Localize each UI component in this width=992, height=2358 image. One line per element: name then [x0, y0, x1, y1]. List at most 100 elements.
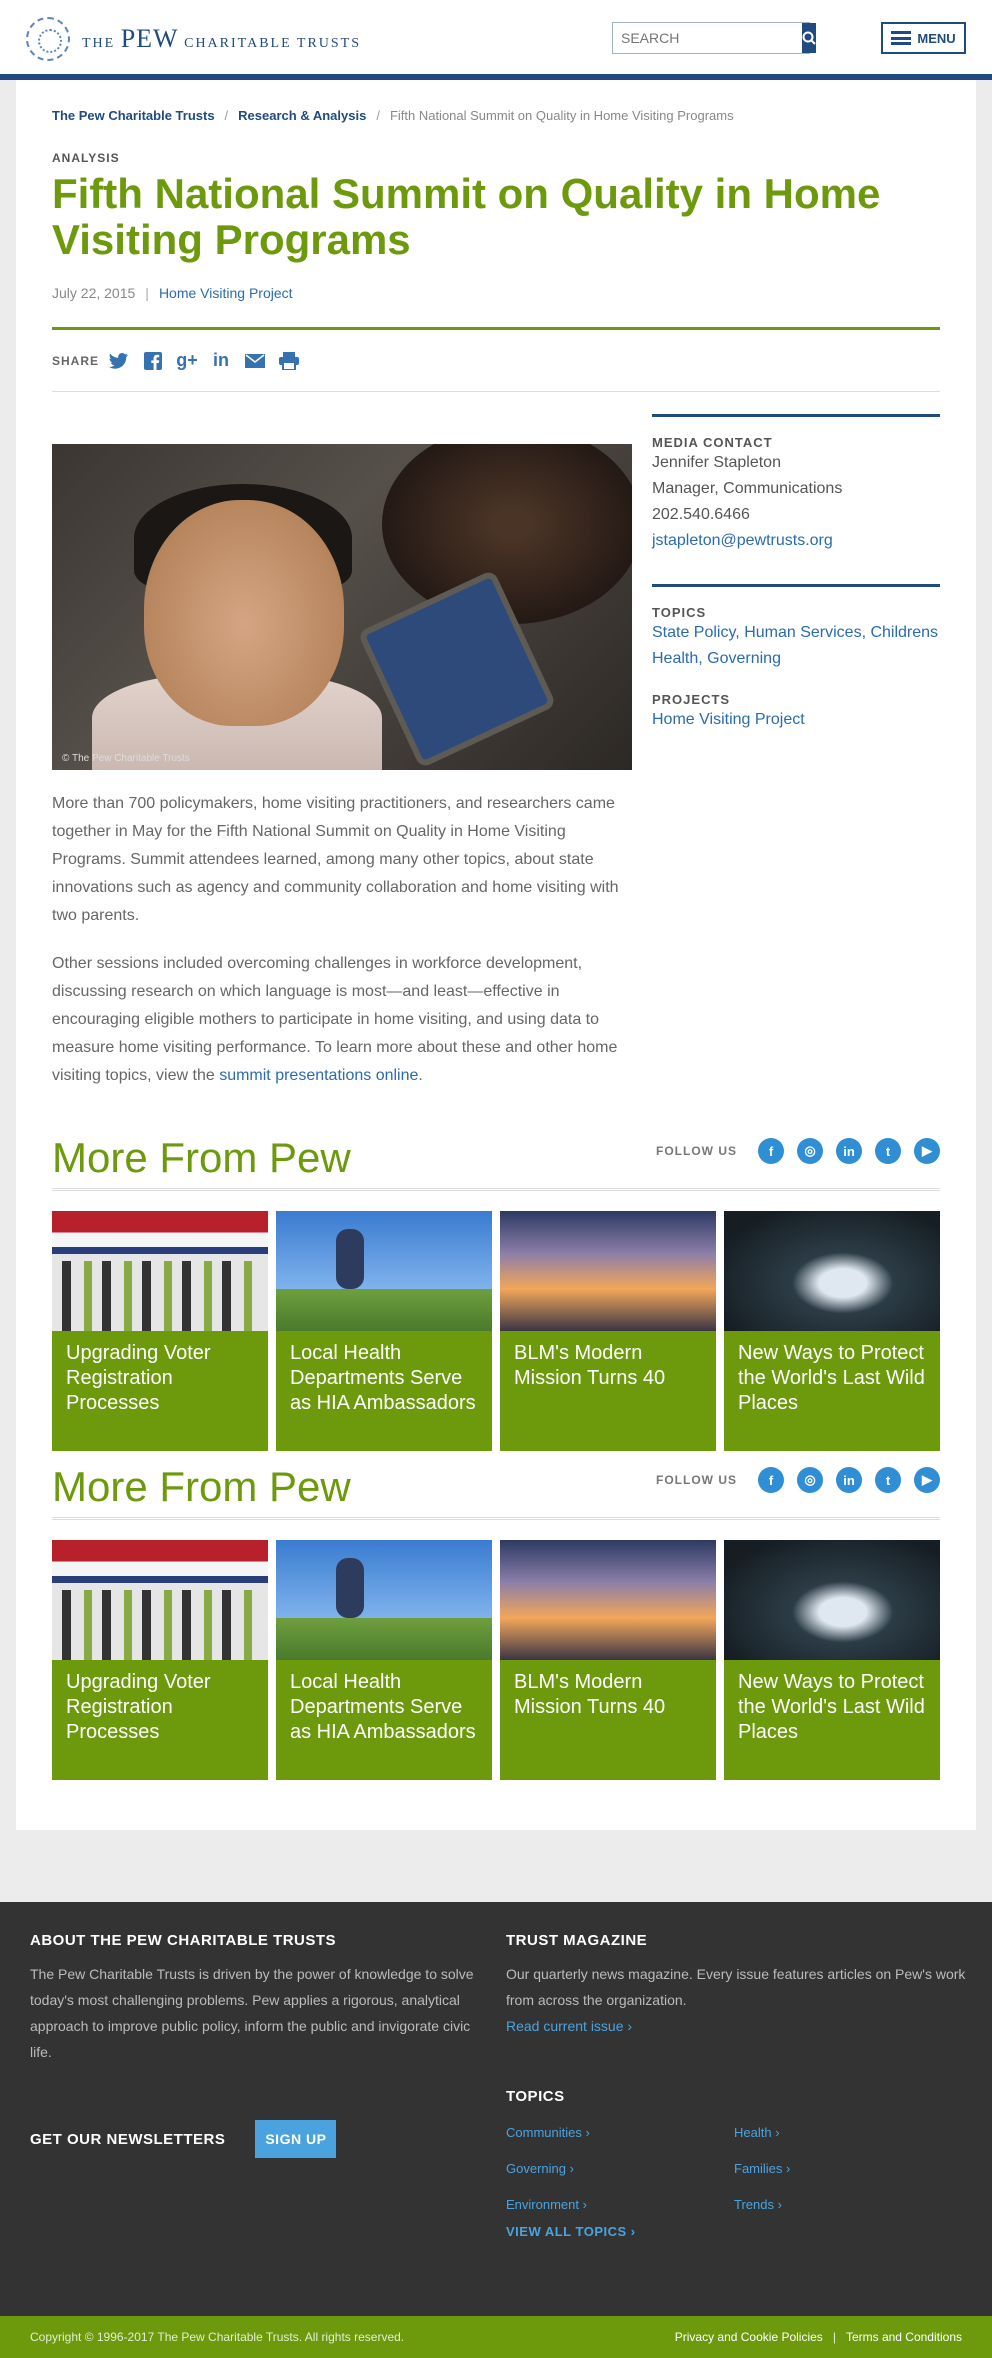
card-title: Upgrading Voter Registration Processes [66, 1671, 211, 1743]
topic-link[interactable]: Governing › [506, 2151, 734, 2187]
follow-label: FOLLOW US [656, 1473, 737, 1487]
article-date: July 22, 2015 [52, 285, 136, 301]
breadcrumb-home[interactable]: The Pew Charitable Trusts [52, 108, 215, 123]
youtube-icon[interactable]: ▶ [914, 1138, 940, 1164]
facebook-icon[interactable] [141, 350, 165, 372]
view-all-topics-link[interactable]: VIEW ALL TOPICS › [506, 2224, 636, 2239]
twitter-icon[interactable]: t [875, 1467, 901, 1493]
about-text: The Pew Charitable Trusts is driven by t… [30, 1966, 474, 2060]
magazine-text: Our quarterly news magazine. Every issue… [506, 1966, 966, 2008]
print-icon[interactable] [277, 350, 301, 372]
image-credit: © The Pew Charitable Trusts [62, 753, 190, 764]
card-voter[interactable]: Upgrading Voter Registration Processes [52, 1540, 268, 1780]
project-link[interactable]: Home Visiting Project [652, 711, 805, 728]
site-logo[interactable]: THE PEW CHARITABLE TRUSTS [26, 17, 361, 61]
follow-label: FOLLOW US [656, 1144, 737, 1158]
projects-title: PROJECTS [652, 692, 731, 707]
card-title: Upgrading Voter Registration Processes [66, 1342, 211, 1414]
card-row: Upgrading Voter Registration Processes L… [52, 1211, 940, 1451]
search-input[interactable] [613, 23, 802, 53]
paragraph-1: More than 700 policymakers, home visitin… [52, 795, 619, 924]
card-wild[interactable]: New Ways to Protect the World's Last Wil… [724, 1540, 940, 1780]
article-layout: © The Pew Charitable Trusts More than 70… [52, 414, 940, 1090]
twitter-icon[interactable] [107, 350, 131, 372]
topics-block: TOPICS State Policy, Human Services, Chi… [652, 584, 940, 763]
card-title: BLM's Modern Mission Turns 40 [514, 1671, 666, 1718]
summit-presentations-link[interactable]: summit presentations online [219, 1067, 418, 1084]
signup-button[interactable]: SIGN UP [255, 2120, 337, 2158]
card-wild[interactable]: New Ways to Protect the World's Last Wil… [724, 1211, 940, 1451]
breadcrumb-research[interactable]: Research & Analysis [238, 108, 366, 123]
menu-button[interactable]: MENU [881, 22, 966, 54]
linkedin-icon[interactable]: in [209, 350, 233, 372]
share-label: SHARE [52, 353, 100, 368]
topic-link[interactable]: Families › [734, 2151, 962, 2187]
copyright-bar: Copyright © 1996-2017 The Pew Charitable… [0, 2316, 992, 2358]
card-blm[interactable]: BLM's Modern Mission Turns 40 [500, 1540, 716, 1780]
read-issue-link[interactable]: Read current issue › [506, 2018, 632, 2034]
card-image [724, 1540, 940, 1660]
more-title: More From Pew [52, 1463, 351, 1510]
follow-us: FOLLOW US f ◎ in t ▶ [656, 1138, 940, 1164]
topics-title: TOPICS [652, 605, 707, 620]
footer-magazine: TRUST MAGAZINE Our quarterly news magazi… [506, 1932, 966, 2039]
card-image [500, 1540, 716, 1660]
menu-label: MENU [917, 30, 956, 46]
instagram-icon[interactable]: ◎ [797, 1467, 823, 1493]
card-title: New Ways to Protect the World's Last Wil… [738, 1342, 925, 1414]
card-title: Local Health Departments Serve as HIA Am… [290, 1671, 476, 1743]
card-image [276, 1211, 492, 1331]
article-kicker: ANALYSIS [52, 151, 120, 165]
contact-email-link[interactable]: jstapleton@pewtrusts.org [652, 532, 833, 549]
topics-grid: Communities › Health › Governing › Famil… [506, 2115, 966, 2223]
topic-link[interactable]: Health › [734, 2115, 962, 2151]
card-image [52, 1211, 268, 1331]
logo-small: THE [82, 36, 116, 51]
youtube-icon[interactable]: ▶ [914, 1467, 940, 1493]
media-contact-title: MEDIA CONTACT [652, 435, 773, 450]
card-image [500, 1211, 716, 1331]
instagram-icon[interactable]: ◎ [797, 1138, 823, 1164]
linkedin-icon[interactable]: in [836, 1138, 862, 1164]
topic-link[interactable]: Communities › [506, 2115, 734, 2151]
contact-role: Manager, Communications [652, 480, 843, 497]
pew-logo-icon [26, 17, 70, 61]
newsletter-signup: GET OUR NEWSLETTERS SIGN UP [30, 2120, 337, 2158]
email-icon[interactable] [243, 350, 267, 372]
article-project-link[interactable]: Home Visiting Project [159, 285, 293, 301]
card-image [52, 1540, 268, 1660]
page-content: The Pew Charitable Trusts / Research & Ana… [16, 80, 976, 1830]
card-health[interactable]: Local Health Departments Serve as HIA Am… [276, 1540, 492, 1780]
facebook-icon[interactable]: f [758, 1138, 784, 1164]
card-title: New Ways to Protect the World's Last Wil… [738, 1671, 925, 1743]
article-text: More than 700 policymakers, home visitin… [52, 790, 632, 1090]
google-plus-icon[interactable]: g+ [175, 350, 199, 372]
site-footer: ABOUT THE PEW CHARITABLE TRUSTS The Pew … [0, 1902, 992, 2316]
newsletter-title: GET OUR NEWSLETTERS [30, 2130, 226, 2148]
privacy-link[interactable]: Privacy and Cookie Policies [675, 2330, 823, 2344]
site-header: THE PEW CHARITABLE TRUSTS MENU [0, 0, 992, 80]
more-from-pew-1: More From Pew FOLLOW US f ◎ in t ▶ Upgra… [52, 1134, 940, 1451]
more-title: More From Pew [52, 1134, 351, 1181]
follow-us: FOLLOW US f ◎ in t ▶ [656, 1467, 940, 1493]
topics-links[interactable]: State Policy, Human Services, Childrens … [652, 620, 940, 672]
topic-link[interactable]: Trends › [734, 2187, 962, 2223]
logo-big: PEW [120, 24, 179, 53]
logo-rest: CHARITABLE TRUSTS [184, 36, 362, 51]
more-from-pew-2: More From Pew FOLLOW US f ◎ in t ▶ Upgra… [52, 1463, 940, 1780]
twitter-icon[interactable]: t [875, 1138, 901, 1164]
hamburger-icon [891, 31, 912, 45]
facebook-icon[interactable]: f [758, 1467, 784, 1493]
sidebar: MEDIA CONTACT Jennifer Stapleton Manager… [652, 414, 940, 1090]
terms-link[interactable]: Terms and Conditions [846, 2330, 962, 2344]
linkedin-icon[interactable]: in [836, 1467, 862, 1493]
search-button[interactable] [802, 23, 816, 53]
card-voter[interactable]: Upgrading Voter Registration Processes [52, 1211, 268, 1451]
topic-link[interactable]: Environment › [506, 2187, 734, 2223]
card-blm[interactable]: BLM's Modern Mission Turns 40 [500, 1211, 716, 1451]
card-health[interactable]: Local Health Departments Serve as HIA Am… [276, 1211, 492, 1451]
article-meta: July 22, 2015 | Home Visiting Project [52, 285, 940, 330]
breadcrumb-current: Fifth National Summit on Quality in Home… [389, 108, 734, 123]
search-icon [802, 31, 816, 45]
share-bar: SHARE g+ in [52, 330, 940, 392]
